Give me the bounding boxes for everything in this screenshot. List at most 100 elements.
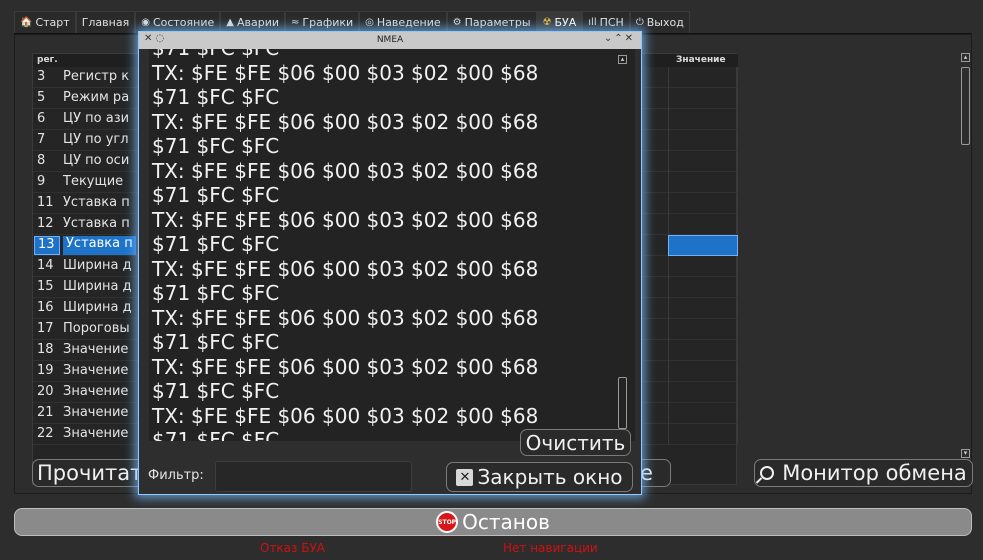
row-reg: 21 [37, 405, 54, 420]
tab-label: БУА [554, 16, 577, 29]
close-icon: ✕ [456, 468, 474, 486]
row-value[interactable] [668, 235, 738, 256]
close-window-label: Закрыть окно [477, 465, 623, 489]
row-value[interactable] [668, 67, 738, 88]
nmea-log[interactable]: $71 $FC $FCTX: $FE $FE $06 $00 $03 $02 $… [149, 49, 635, 441]
row-reg: 6 [37, 111, 46, 126]
row-value[interactable] [668, 172, 738, 193]
row-name: Значение [63, 405, 129, 420]
row-value[interactable] [668, 382, 738, 403]
tab-2[interactable]: ◉ Состояние [135, 11, 221, 33]
row-value[interactable] [668, 424, 738, 445]
row-name: Значение [63, 384, 129, 399]
row-reg: 7 [37, 132, 46, 147]
row-value[interactable] [668, 340, 738, 361]
tab-7[interactable]: ☢ БУА [536, 11, 583, 33]
log-line: $71 $FC $FC [152, 379, 280, 403]
row-reg: 3 [37, 69, 46, 84]
log-scroll-up-icon[interactable]: ▴ [618, 55, 627, 64]
tab-3[interactable]: ▲ Аварии [220, 11, 285, 33]
row-reg: 17 [37, 321, 54, 336]
row-reg: 11 [37, 195, 54, 210]
log-line: $71 $FC $FC [152, 281, 280, 305]
status-no-navigation: Нет навигации [503, 541, 598, 555]
target-icon: ◎ [365, 17, 374, 28]
stop-button-label: Останов [462, 510, 550, 534]
tab-label: Аварии [236, 16, 279, 29]
row-name: ЦУ по угл [63, 132, 129, 147]
tab-label: Графики [302, 16, 354, 29]
column-header-reg: рег. [37, 55, 58, 65]
row-name: Уставка п [63, 236, 136, 255]
log-line: TX: $FE $FE $06 $00 $03 $02 $00 $68 [152, 158, 539, 183]
row-reg: 16 [37, 300, 54, 315]
clear-button-label: Очистить [525, 430, 626, 455]
scroll-up-arrow-icon[interactable]: ▴ [961, 53, 970, 62]
row-reg: 12 [37, 216, 54, 231]
row-name: Уставка п [63, 195, 130, 210]
tab-9[interactable]: ⏻ Выход [629, 11, 690, 33]
exchange-monitor-button[interactable]: Монитор обмена [754, 459, 973, 487]
tab-1[interactable]: Главная [75, 11, 136, 33]
log-line: $71 $FC $FC [152, 49, 612, 61]
row-name: Ширина д [63, 300, 132, 315]
stop-button[interactable]: STOP Останов [14, 508, 972, 536]
row-value[interactable] [668, 130, 738, 151]
row-name: Ширина д [63, 258, 132, 273]
signal-icon: ıll [588, 17, 597, 28]
scroll-down-arrow-icon[interactable]: ▾ [961, 449, 970, 458]
row-value[interactable] [668, 151, 738, 172]
log-line: TX: $FE $FE $06 $00 $03 $02 $00 $68 [152, 207, 539, 232]
table-scrollbar[interactable]: ▴ ▾ [961, 53, 971, 458]
row-value[interactable] [668, 214, 738, 235]
row-value[interactable] [668, 277, 738, 298]
tab-label: Старт [35, 16, 70, 29]
dialog-titlebar[interactable]: ✕ ◌ NMEA ⌄⌃✕ [139, 32, 641, 49]
row-reg: 8 [37, 153, 46, 168]
filter-input[interactable] [215, 461, 412, 492]
window-controls-icon[interactable]: ⌄⌃✕ [604, 33, 635, 44]
row-reg: 20 [37, 384, 54, 399]
row-value[interactable] [668, 361, 738, 382]
close-window-button[interactable]: ✕ Закрыть окно [446, 462, 633, 492]
tab-4[interactable]: ≈ Графики [285, 11, 360, 33]
chart-icon: ≈ [291, 17, 300, 28]
dialog-title: NMEA [376, 35, 404, 45]
log-scroll-thumb[interactable] [618, 377, 627, 429]
tab-8[interactable]: ıll ПСН [582, 11, 630, 33]
row-reg: 9 [37, 174, 46, 189]
tab-0[interactable]: 🏠 Старт [14, 11, 76, 33]
row-value[interactable] [668, 403, 738, 424]
read-button[interactable]: Прочитат [32, 459, 154, 487]
stop-sign-icon: STOP [436, 511, 459, 533]
clear-button[interactable]: Очистить [520, 429, 631, 456]
log-lines: $71 $FC $FCTX: $FE $FE $06 $00 $03 $02 $… [152, 49, 612, 441]
log-line: $71 $FC $FC [152, 232, 280, 256]
eye-icon: ◉ [141, 17, 150, 28]
log-line: TX: $FE $FE $06 $00 $03 $02 $00 $68 [152, 305, 539, 330]
row-reg: 22 [37, 426, 54, 441]
row-name: Значение [63, 342, 129, 357]
tab-label: ПСН [599, 16, 624, 29]
row-value[interactable] [668, 298, 738, 319]
home-icon: 🏠 [20, 17, 33, 28]
log-line: TX: $FE $FE $06 $00 $03 $02 $00 $68 [152, 109, 539, 134]
log-line: TX: $FE $FE $06 $00 $03 $02 $00 $68 [152, 354, 539, 379]
scroll-thumb[interactable] [961, 67, 970, 145]
tab-5[interactable]: ◎ Наведение [359, 11, 447, 33]
row-value[interactable] [668, 319, 738, 340]
row-name: ЦУ по ази [63, 111, 130, 126]
warning-icon: ▲ [226, 17, 234, 28]
log-line: TX: $FE $FE $06 $00 $03 $02 $00 $68 [152, 256, 539, 281]
row-value[interactable] [668, 256, 738, 277]
log-line: $71 $FC $FC [152, 183, 280, 207]
tab-6[interactable]: ⚙ Параметры [446, 11, 537, 33]
tab-label: Состояние [152, 16, 215, 29]
log-line: $71 $FC $FC [152, 85, 280, 109]
exchange-monitor-label: Монитор обмена [782, 461, 967, 485]
row-value[interactable] [668, 193, 738, 214]
log-line: $71 $FC $FC [152, 330, 280, 354]
row-value[interactable] [668, 109, 738, 130]
row-value[interactable] [668, 88, 738, 109]
filter-label: Фильтр: [148, 468, 204, 483]
